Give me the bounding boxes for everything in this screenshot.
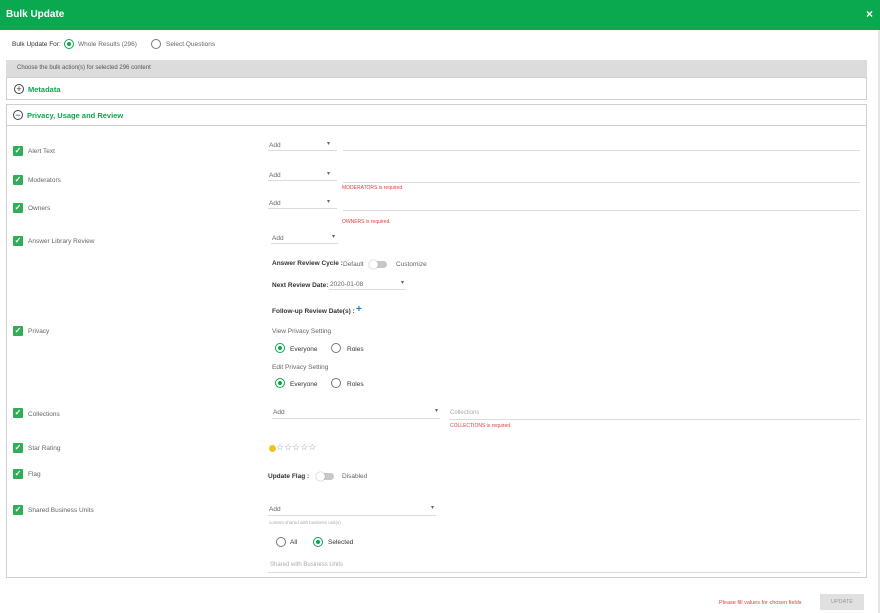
collections-placeholder: Collections xyxy=(450,410,480,416)
privacy-checkbox[interactable]: ✓ xyxy=(13,326,23,336)
close-icon[interactable]: × xyxy=(866,7,873,21)
star-rating-checkbox[interactable]: ✓ xyxy=(13,443,23,453)
view-everyone-radio[interactable] xyxy=(275,343,285,353)
owners-select-value: Add xyxy=(269,200,281,207)
view-privacy-label: View Privacy Setting xyxy=(272,328,332,335)
view-everyone-label: Everyone xyxy=(290,346,318,353)
bulk-action-text: Choose the bulk action(s) for selected 2… xyxy=(17,65,151,71)
moderators-input[interactable] xyxy=(343,171,860,183)
shared-business-units-label: Shared Business Units xyxy=(28,507,94,514)
dialog-title: Bulk Update xyxy=(6,9,65,20)
answer-review-cycle-label: Answer Review Cycle : xyxy=(272,260,343,267)
owners-select[interactable]: Add ▾ xyxy=(268,197,337,209)
chevron-down-icon: ▾ xyxy=(326,199,330,205)
moderators-select[interactable]: Add ▾ xyxy=(268,169,337,181)
moderators-label: Moderators xyxy=(28,177,61,184)
metadata-panel[interactable]: + Metadata xyxy=(6,77,867,100)
rating-reset-icon[interactable] xyxy=(269,445,276,452)
alert-text-input[interactable] xyxy=(343,139,860,151)
chevron-down-icon: ▾ xyxy=(400,280,404,286)
moderators-checkbox[interactable]: ✓ xyxy=(13,175,23,185)
collapse-icon[interactable]: − xyxy=(13,110,23,120)
collections-error: COLLECTIONS is required. xyxy=(450,423,512,429)
moderators-error: MODERATORS is required. xyxy=(342,185,404,191)
cycle-default-label: Default xyxy=(343,261,364,268)
chevron-down-icon: ▾ xyxy=(430,505,434,511)
alert-text-select[interactable]: Add ▾ xyxy=(268,139,337,151)
flag-label: Flag xyxy=(28,471,41,478)
flag-toggle[interactable] xyxy=(316,472,334,481)
edit-everyone-label: Everyone xyxy=(290,381,318,388)
shared-business-units-placeholder: Shared with Business Units xyxy=(270,562,344,568)
alert-text-checkbox[interactable]: ✓ xyxy=(13,146,23,156)
chevron-down-icon: ▾ xyxy=(434,408,438,414)
update-flag-label: Update Flag : xyxy=(268,473,310,480)
divider xyxy=(7,125,866,126)
add-followup-icon[interactable]: + xyxy=(356,304,362,315)
next-review-date-label: Next Review Date: xyxy=(272,282,329,289)
shared-business-units-hint: content shared with business unit(s) xyxy=(269,520,341,525)
followup-review-label: Follow-up Review Date(s) : xyxy=(272,308,355,315)
answer-library-review-checkbox[interactable]: ✓ xyxy=(13,236,23,246)
answer-library-review-select-value: Add xyxy=(272,235,284,242)
business-units-selected-radio[interactable] xyxy=(313,537,323,547)
whole-results-label: Whole Results (296) xyxy=(78,41,137,48)
edit-roles-radio[interactable] xyxy=(331,378,341,388)
alert-text-select-value: Add xyxy=(269,142,281,149)
privacy-label: Privacy xyxy=(28,328,50,335)
edit-privacy-label: Edit Privacy Setting xyxy=(272,364,329,371)
business-units-all-label: All xyxy=(290,539,298,546)
owners-input[interactable] xyxy=(343,199,860,211)
whole-results-radio[interactable] xyxy=(64,39,74,49)
select-questions-label: Select Questions xyxy=(166,41,216,48)
expand-icon[interactable]: + xyxy=(14,84,24,94)
dialog-header: Bulk Update × xyxy=(0,0,880,30)
bulk-update-for-label: Bulk Update For: xyxy=(12,41,61,48)
metadata-title[interactable]: Metadata xyxy=(28,85,61,94)
collections-select[interactable]: Add ▾ xyxy=(272,406,440,419)
cycle-customize-label: Customize xyxy=(396,261,427,268)
select-questions-radio[interactable] xyxy=(151,39,161,49)
next-review-date-value: 2020-01-08 xyxy=(330,281,364,288)
alert-text-label: Alert Text xyxy=(28,148,55,155)
collections-select-value: Add xyxy=(273,409,285,416)
view-roles-radio[interactable] xyxy=(331,343,341,353)
flag-checkbox[interactable]: ✓ xyxy=(13,469,23,479)
collections-checkbox[interactable]: ✓ xyxy=(13,408,23,418)
view-roles-label: Roles xyxy=(347,346,364,353)
chevron-down-icon: ▾ xyxy=(326,171,330,177)
collections-input[interactable]: Collections xyxy=(449,406,860,420)
star-rating-stars[interactable]: ☆☆☆☆☆ xyxy=(276,442,316,453)
review-cycle-toggle[interactable] xyxy=(369,260,387,269)
owners-checkbox[interactable]: ✓ xyxy=(13,203,23,213)
business-units-selected-label: Selected xyxy=(328,539,354,546)
shared-business-units-select[interactable]: Add ▾ xyxy=(268,503,436,516)
shared-business-units-checkbox[interactable]: ✓ xyxy=(13,505,23,515)
next-review-date-picker[interactable]: 2020-01-08 ▾ xyxy=(329,278,406,290)
star-rating-label: Star Rating xyxy=(28,445,61,452)
answer-library-review-label: Answer Library Review xyxy=(28,238,95,245)
bulk-action-bar: Choose the bulk action(s) for selected 2… xyxy=(6,60,867,77)
shared-business-units-input[interactable]: Shared with Business Units xyxy=(268,559,860,573)
business-units-all-radio[interactable] xyxy=(276,537,286,547)
edit-everyone-radio[interactable] xyxy=(275,378,285,388)
answer-library-review-select[interactable]: Add ▾ xyxy=(271,232,338,244)
shared-business-units-select-value: Add xyxy=(269,506,281,513)
flag-state-label: Disabled xyxy=(342,473,368,480)
moderators-select-value: Add xyxy=(269,172,281,179)
edit-roles-label: Roles xyxy=(347,381,364,388)
owners-error: OWNERS is required. xyxy=(342,219,391,225)
owners-label: Owners xyxy=(28,205,51,212)
collections-label: Collections xyxy=(28,411,60,418)
update-button[interactable]: UPDATE xyxy=(820,594,864,610)
validation-message: Please fill values for chosen fields xyxy=(719,600,802,606)
chevron-down-icon: ▾ xyxy=(326,141,330,147)
privacy-section-title[interactable]: Privacy, Usage and Review xyxy=(27,111,123,120)
chevron-down-icon: ▾ xyxy=(331,234,335,240)
